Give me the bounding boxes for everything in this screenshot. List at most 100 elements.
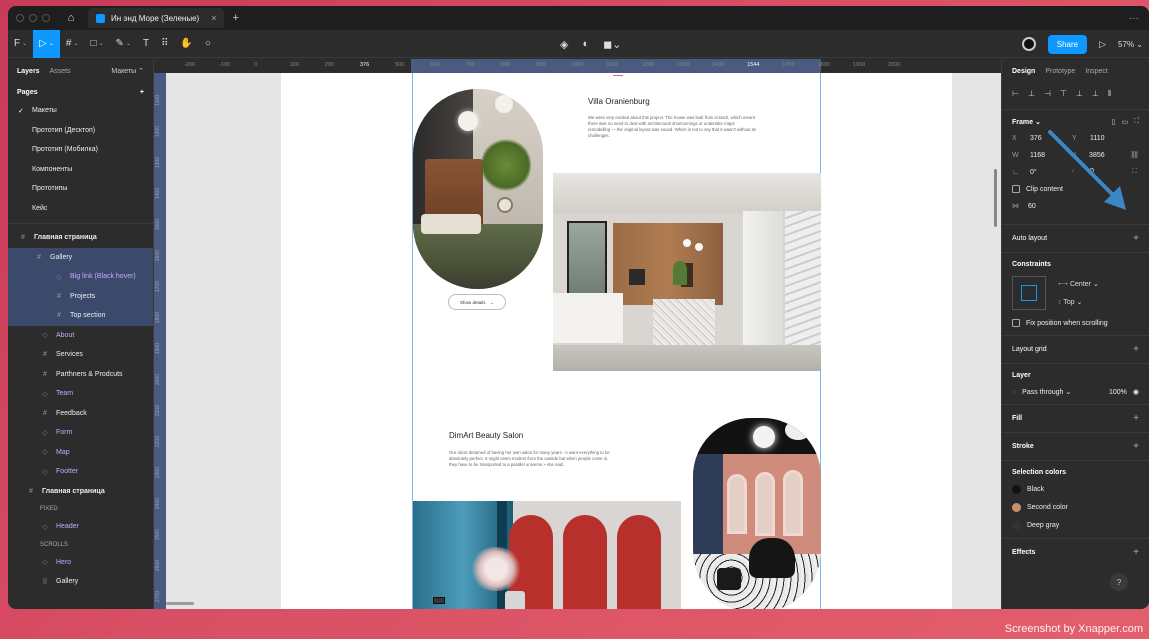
landscape-icon[interactable]: ▭ (1121, 118, 1128, 126)
present-icon[interactable]: ▷ (1099, 39, 1106, 50)
add-fill-icon[interactable]: + (1133, 413, 1139, 424)
tab-design[interactable]: Design (1012, 68, 1035, 75)
align-top-icon[interactable]: ⊤ (1060, 89, 1067, 99)
add-stroke-icon[interactable]: + (1133, 441, 1139, 452)
align-center-v-icon[interactable]: ⊥ (1076, 89, 1083, 99)
vertical-ruler-tick: 1800 (155, 312, 161, 324)
blend-mode-select[interactable]: Pass through ⌄ (1022, 388, 1071, 396)
page-item[interactable]: Прототип (Десктоп) (8, 122, 153, 142)
constraints-widget[interactable] (1012, 276, 1046, 310)
layer-services[interactable]: # Services (8, 345, 153, 365)
close-tab-icon[interactable]: × (211, 13, 216, 23)
help-button[interactable]: ? (1110, 573, 1128, 591)
layer-gallery[interactable]: # Gallery (8, 247, 153, 267)
gallery-frame[interactable]: Villa Oranienburg We were very excited a… (412, 73, 821, 609)
vertical-constraint-select[interactable]: ↕ Top ⌄ (1058, 298, 1099, 306)
clip-content-checkbox[interactable] (1012, 185, 1020, 193)
spacing-field[interactable]: 60 (1028, 203, 1036, 210)
share-button[interactable]: Share (1047, 34, 1088, 54)
selection-color-row[interactable]: Second color (1012, 503, 1139, 512)
more-icon[interactable]: ··· (1129, 13, 1139, 24)
layer-big-link[interactable]: ◇ Big link (Black hover) (8, 267, 153, 287)
boolean-icon[interactable]: ◼⌄ (603, 38, 621, 51)
align-center-h-icon[interactable]: ⊥ (1028, 89, 1035, 99)
layer-top-section[interactable]: # Top section (8, 306, 153, 326)
show-details-button[interactable]: Show details → (448, 294, 506, 310)
vertical-ruler-tick: 1200 (155, 126, 161, 138)
page-item[interactable]: Компоненты (8, 161, 153, 181)
arches-image[interactable] (413, 501, 681, 609)
rotation-field[interactable]: 0° (1030, 169, 1037, 176)
layer-hero[interactable]: ◇ Hero (8, 553, 153, 573)
layer-main-page-2[interactable]: # Главная страница (8, 482, 153, 502)
page-item[interactable]: Макеты (8, 102, 153, 122)
layer-footer[interactable]: ◇ Footter (8, 462, 153, 482)
layer-map[interactable]: ◇ Map (8, 443, 153, 463)
align-bottom-icon[interactable]: ⊥ (1092, 89, 1099, 99)
avatar[interactable] (1021, 37, 1036, 51)
frame-tool-icon[interactable]: # ⌄ (60, 30, 85, 58)
horizontal-constraint-select[interactable]: ⟷ Center ⌄ (1058, 280, 1099, 288)
add-auto-layout-icon[interactable]: + (1133, 233, 1139, 244)
component-icon[interactable]: ◈ (560, 38, 568, 51)
bedroom-image[interactable] (413, 89, 543, 289)
layer-caption-scrolls[interactable]: SCROLLS (8, 537, 153, 553)
tab-inspect[interactable]: Inspect (1085, 68, 1108, 75)
layer-main-page-1[interactable]: # Главная страница (8, 228, 153, 248)
w-field[interactable]: 1168 (1030, 152, 1045, 159)
selection-color-row[interactable]: Deep gray (1012, 521, 1139, 530)
selection-color-row[interactable]: Black (1012, 485, 1139, 494)
canvas[interactable]: -200 -100 0 100 200 376 500 600 700 800 900 1000 110… (154, 59, 1001, 609)
shape-tool-icon[interactable]: □ ⌄ (84, 30, 109, 58)
page-item[interactable]: Кейс (8, 200, 153, 220)
hand-tool-icon[interactable]: ✋ (174, 30, 198, 58)
tab-assets[interactable]: Assets (50, 68, 71, 75)
text-tool-icon[interactable]: T (137, 30, 155, 58)
tab-layers[interactable]: Layers (17, 68, 40, 75)
layer-caption-fixed[interactable]: FIXED (8, 501, 153, 517)
layer-projects[interactable]: # Projects (8, 286, 153, 306)
eye-icon[interactable]: ◉ (1133, 388, 1139, 396)
salon-image[interactable] (693, 418, 821, 609)
home-icon[interactable]: ⌂ (64, 12, 78, 24)
window-controls[interactable] (8, 14, 50, 22)
new-tab-icon[interactable]: + (232, 12, 238, 24)
layer-team[interactable]: ◇ Team (8, 384, 153, 404)
layer-form[interactable]: ◇ Form (8, 423, 153, 443)
color-swatch[interactable] (1012, 485, 1021, 494)
opacity-field[interactable]: 100% (1109, 389, 1127, 396)
layer-partners[interactable]: # Parthners & Prodcuts (8, 365, 153, 385)
fix-position-checkbox[interactable] (1012, 319, 1020, 327)
layer-gallery-2[interactable]: ⠿ Gallery (8, 572, 153, 592)
add-page-icon[interactable]: + (140, 89, 144, 96)
layer-about[interactable]: ◇ About (8, 326, 153, 346)
resources-icon[interactable]: ⠿ (155, 30, 174, 58)
add-effect-icon[interactable]: + (1133, 547, 1139, 558)
layer-header[interactable]: ◇ Header (8, 517, 153, 537)
add-layout-grid-icon[interactable]: + (1133, 344, 1139, 355)
color-swatch[interactable] (1012, 503, 1021, 512)
horizontal-scrollbar[interactable] (166, 602, 194, 605)
move-tool-icon[interactable]: ▷ ⌄ (33, 29, 60, 58)
portrait-icon[interactable]: ▯ (1112, 118, 1116, 126)
align-right-icon[interactable]: ⊣ (1044, 89, 1051, 99)
layer-feedback[interactable]: # Feedback (8, 404, 153, 424)
pen-tool-icon[interactable]: ✎ ⌄ (110, 30, 137, 58)
page-dropdown[interactable]: Макеты ⌃ (111, 67, 144, 75)
tab-prototype[interactable]: Prototype (1045, 68, 1075, 75)
distribute-icon[interactable]: ⦀ (1108, 89, 1112, 99)
frame-dropdown[interactable]: Frame ⌄ (1012, 118, 1041, 126)
kitchen-image[interactable] (553, 173, 821, 371)
resize-to-fit-icon[interactable]: ⛶ (1134, 118, 1139, 126)
file-tab[interactable]: Ин энд Море (Зеленые) × (88, 8, 225, 28)
mask-icon[interactable]: ◐ (582, 38, 589, 50)
align-left-icon[interactable]: ⊢ (1012, 89, 1019, 99)
vertical-scrollbar[interactable] (994, 169, 997, 227)
page-item[interactable]: Прототипы (8, 180, 153, 200)
comment-icon[interactable]: ○ (199, 30, 217, 58)
color-swatch[interactable] (1012, 521, 1021, 530)
zoom-select[interactable]: 57% ⌄ (1118, 40, 1143, 49)
page-item[interactable]: Прототип (Мобилка) (8, 141, 153, 161)
x-field[interactable]: 376 (1030, 135, 1042, 142)
main-menu-icon[interactable]: F ⌄ (8, 30, 33, 58)
